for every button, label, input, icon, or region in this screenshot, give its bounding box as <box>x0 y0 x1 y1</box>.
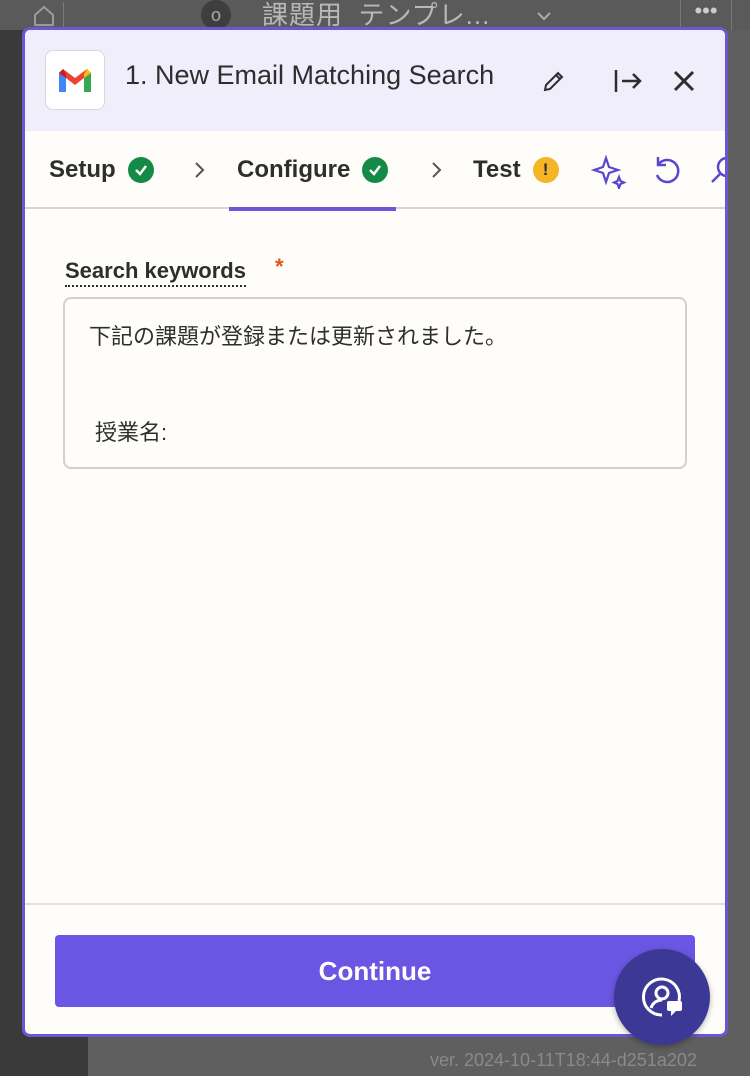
step-editor-panel: 1. New Email Matching Search Setup Confi… <box>22 27 728 1037</box>
chevron-right-icon <box>432 162 442 178</box>
gmail-logo <box>45 50 105 110</box>
zap-title[interactable]: 課題用_テンプレ... <box>262 0 490 30</box>
required-mark: * <box>275 254 284 279</box>
chevron-down-icon[interactable] <box>532 6 556 26</box>
check-icon <box>127 157 154 183</box>
search-keywords-label: Search keywords <box>65 258 246 287</box>
version-text: ver. 2024-10-11T18:44-d251a202 <box>430 1050 697 1070</box>
continue-button[interactable]: Continue <box>55 935 695 1007</box>
tab-test[interactable]: Test ! <box>473 131 559 209</box>
search-keywords-input[interactable]: 下記の課題が登録または更新されました。 授業名: <box>63 297 687 469</box>
search-icon[interactable] <box>707 153 728 189</box>
undo-icon[interactable] <box>649 153 685 189</box>
check-icon <box>362 157 389 183</box>
close-icon[interactable] <box>667 64 701 98</box>
tab-setup[interactable]: Setup <box>49 131 154 209</box>
background-topbar: o 課題用_テンプレ... ••• <box>0 0 750 30</box>
panel-header: 1. New Email Matching Search <box>25 30 725 131</box>
help-chat-icon <box>641 977 682 1017</box>
ai-sparkle-icon[interactable] <box>591 153 627 189</box>
help-chat-button[interactable] <box>614 949 710 1045</box>
keywords-line: 下記の課題が登録または更新されました。 <box>89 324 508 349</box>
expand-panel-icon[interactable] <box>611 64 645 98</box>
tab-configure[interactable]: Configure <box>228 131 397 211</box>
more-menu-button[interactable]: ••• <box>680 0 732 30</box>
zap-node-icon[interactable]: o <box>196 0 236 30</box>
step-tabs: Setup Configure Test ! <box>25 131 728 211</box>
home-icon[interactable] <box>28 2 64 30</box>
warning-icon: ! <box>532 157 559 183</box>
pencil-icon[interactable] <box>540 67 568 95</box>
chevron-right-icon <box>195 162 205 178</box>
step-title: 1. New Email Matching Search <box>125 60 495 90</box>
keywords-line: 授業名: <box>95 420 168 445</box>
